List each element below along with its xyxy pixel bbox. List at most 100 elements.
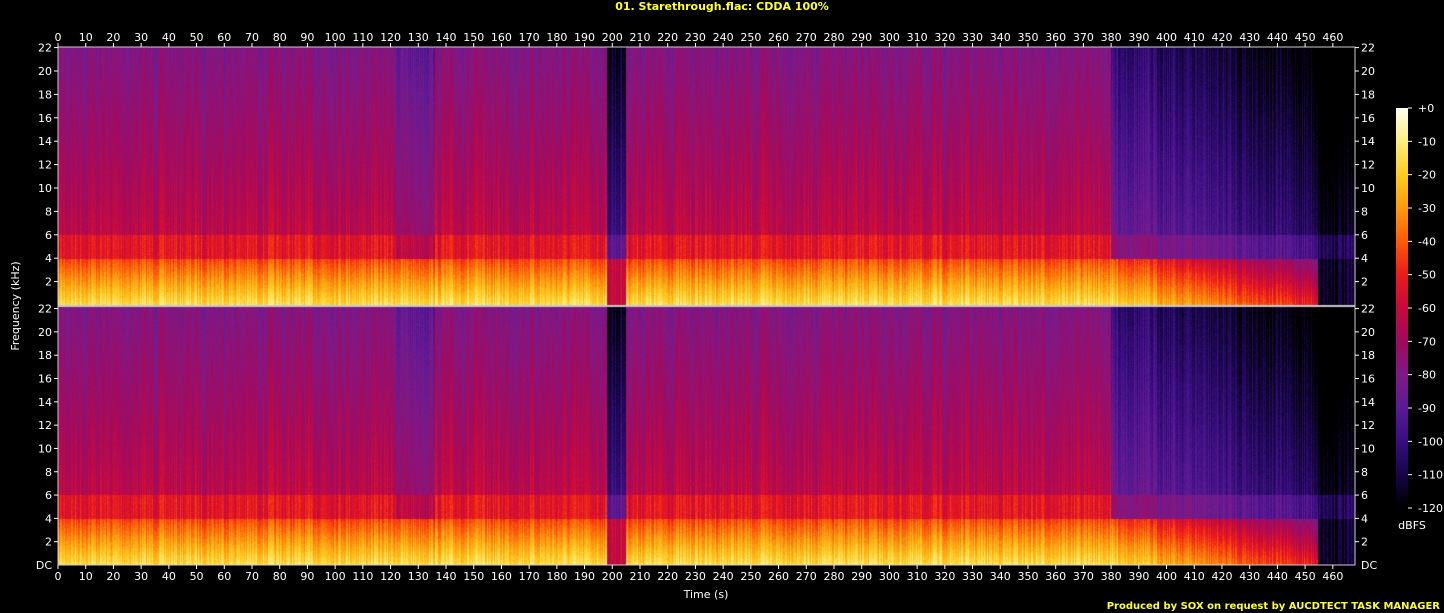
y-tick-label: 22 xyxy=(38,42,52,55)
x-tick-label: 40 xyxy=(162,570,176,583)
spectrogram-chart: 01. Starethrough.flac: CDDA 100% 0 10 20 30… xyxy=(9,0,1443,612)
x-tick-label: 300 xyxy=(879,570,900,583)
x-tick-label: 100 xyxy=(325,31,346,44)
x-tick-label: 380 xyxy=(1101,570,1122,583)
x-tick-label: 280 xyxy=(823,31,844,44)
x-tick-label: 250 xyxy=(740,31,761,44)
x-tick-label: 320 xyxy=(934,31,955,44)
x-tick-label: 80 xyxy=(273,31,287,44)
y-tick-label: 10 xyxy=(1361,442,1375,455)
x-tick-label: 0 xyxy=(55,31,62,44)
x-tick-label: 360 xyxy=(1045,31,1066,44)
x-tick-label: 270 xyxy=(796,570,817,583)
y-tick-label: 16 xyxy=(1361,112,1375,125)
x-tick-label: 20 xyxy=(106,31,120,44)
x-tick-label: 220 xyxy=(657,31,678,44)
y-tick-label: 2 xyxy=(1361,276,1368,289)
colorbar-tick-label: +0 xyxy=(1418,102,1434,115)
x-tick-label: 310 xyxy=(907,570,928,583)
colorbar-ticks: +0 -10 -20 -30 -40 -50 -60 -70 -80 -90 -100 -110 -12… xyxy=(1408,102,1443,515)
x-tick-label: 70 xyxy=(245,31,259,44)
x-tick-label: 150 xyxy=(463,31,484,44)
x-tick-label: 50 xyxy=(190,31,204,44)
x-tick-label: 90 xyxy=(300,31,314,44)
y-tick-label: 6 xyxy=(45,229,52,242)
x-tick-label: 130 xyxy=(408,570,429,583)
x-tick-label: 260 xyxy=(768,570,789,583)
x-tick-label: 270 xyxy=(796,31,817,44)
axes-frame xyxy=(57,46,1356,566)
x-tick-label: 60 xyxy=(217,570,231,583)
colorbar-tick-label: -40 xyxy=(1418,235,1436,248)
colorbar-tick-label: -50 xyxy=(1418,269,1436,282)
y-tick-label: 22 xyxy=(38,303,52,316)
x-tick-label: 290 xyxy=(851,570,872,583)
x-tick-label: 60 xyxy=(217,31,231,44)
x-tick-label: 200 xyxy=(602,570,623,583)
colorbar-tick-label: -80 xyxy=(1418,369,1436,382)
x-tick-label: 310 xyxy=(907,31,928,44)
colorbar-tick-label: -70 xyxy=(1418,335,1436,348)
x-ticks-top: 0 10 20 30 40 50 60 70 80 90 100 110 120 130 140 150 160… xyxy=(55,31,1343,47)
y-tick-label: 6 xyxy=(1361,229,1368,242)
x-tick-label: 420 xyxy=(1211,31,1232,44)
y-tick-label: 12 xyxy=(1361,419,1375,432)
colorbar-tick-label: -30 xyxy=(1418,202,1436,215)
y-tick-label: 16 xyxy=(38,112,52,125)
y-tick-label: 2 xyxy=(1361,536,1368,549)
y-tick-label: 20 xyxy=(38,65,52,78)
chart-title: 01. Starethrough.flac: CDDA 100% xyxy=(615,0,829,13)
colorbar-tick-label: -120 xyxy=(1418,502,1443,515)
y-dc-label: DC xyxy=(36,559,52,572)
x-tick-label: 380 xyxy=(1101,31,1122,44)
y-tick-label: 18 xyxy=(1361,349,1375,362)
x-tick-label: 0 xyxy=(55,570,62,583)
x-tick-label: 30 xyxy=(134,570,148,583)
y-tick-label: 12 xyxy=(38,419,52,432)
x-tick-label: 250 xyxy=(740,570,761,583)
y-tick-label: 16 xyxy=(38,373,52,386)
y-tick-label: 16 xyxy=(1361,373,1375,386)
y-tick-label: 2 xyxy=(45,536,52,549)
x-axis-label: Time (s) xyxy=(683,588,729,601)
x-tick-label: 370 xyxy=(1073,31,1094,44)
x-tick-label: 390 xyxy=(1128,570,1149,583)
x-tick-label: 240 xyxy=(713,31,734,44)
x-tick-label: 450 xyxy=(1295,31,1316,44)
y-tick-label: 14 xyxy=(38,396,52,409)
x-tick-label: 450 xyxy=(1295,570,1316,583)
x-tick-label: 170 xyxy=(519,570,540,583)
y-tick-label: 8 xyxy=(1361,466,1368,479)
x-tick-label: 230 xyxy=(685,31,706,44)
x-tick-label: 200 xyxy=(602,31,623,44)
x-tick-label: 430 xyxy=(1239,570,1260,583)
x-tick-label: 220 xyxy=(657,570,678,583)
x-tick-label: 20 xyxy=(106,570,120,583)
y-axis-label: Frequency (kHz) xyxy=(9,261,22,350)
y-tick-label: 10 xyxy=(1361,182,1375,195)
x-tick-label: 10 xyxy=(79,31,93,44)
x-tick-label: 210 xyxy=(629,570,650,583)
y-tick-label: 14 xyxy=(38,135,52,148)
x-tick-label: 280 xyxy=(823,570,844,583)
x-tick-label: 70 xyxy=(245,570,259,583)
x-tick-label: 170 xyxy=(519,31,540,44)
y-tick-label: 6 xyxy=(1361,489,1368,502)
y-ticks: 2 24 46 68 810 1012 1214 1416 1618 1820 2022 222 24 4… xyxy=(36,42,1378,572)
y-tick-label: 14 xyxy=(1361,135,1375,148)
x-tick-label: 240 xyxy=(713,570,734,583)
x-tick-label: 290 xyxy=(851,31,872,44)
x-tick-label: 90 xyxy=(300,570,314,583)
y-tick-label: 22 xyxy=(1361,42,1375,55)
x-tick-label: 50 xyxy=(190,570,204,583)
y-tick-label: 8 xyxy=(45,205,52,218)
x-tick-label: 120 xyxy=(380,31,401,44)
y-tick-label: 4 xyxy=(1361,512,1368,525)
x-tick-label: 140 xyxy=(435,31,456,44)
x-tick-label: 10 xyxy=(79,570,93,583)
x-tick-label: 430 xyxy=(1239,31,1260,44)
y-tick-label: 20 xyxy=(38,326,52,339)
y-tick-label: 18 xyxy=(1361,88,1375,101)
y-tick-label: 4 xyxy=(45,252,52,265)
y-tick-label: 20 xyxy=(1361,65,1375,78)
